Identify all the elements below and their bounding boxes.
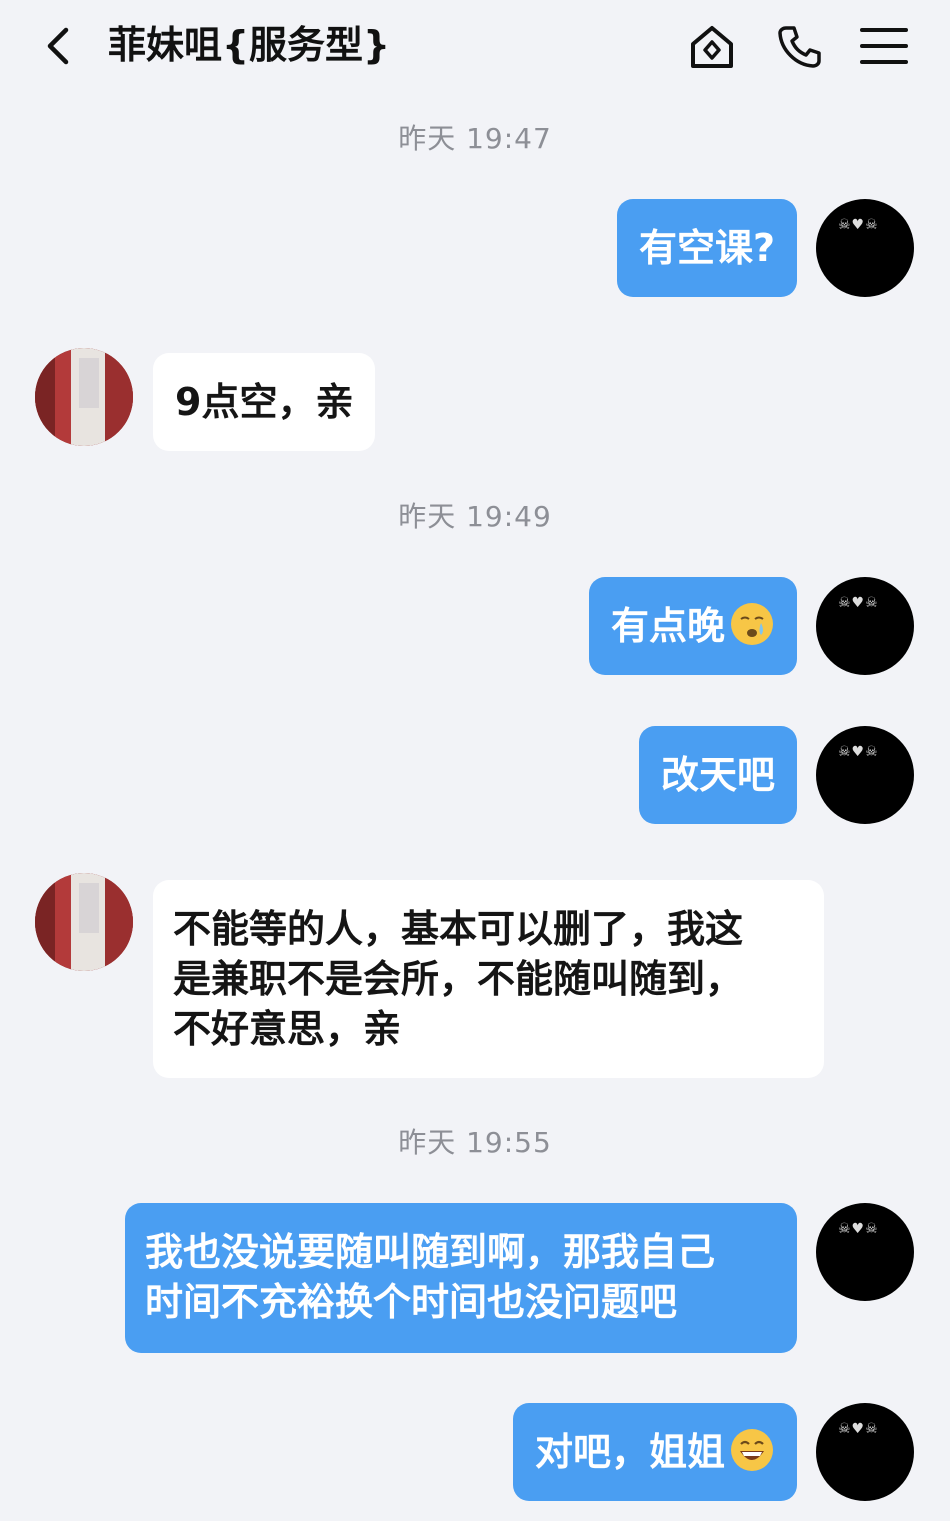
timestamp: 昨天 19:47 — [398, 122, 552, 155]
home-icon — [691, 26, 733, 68]
incoming-message[interactable]: 9点空，亲 — [153, 353, 376, 451]
message-text: 有点晚 — [610, 604, 725, 648]
message-text: 不能等的人，基本可以删了，我这 是兼职不是会所，不能随叫随到， 不好意思，亲 — [173, 907, 744, 1051]
my-avatar[interactable]: ☠♥☠ — [816, 577, 914, 675]
my-avatar[interactable]: ☠♥☠ — [816, 199, 914, 297]
my-avatar[interactable]: ☠♥☠ — [816, 1403, 914, 1501]
chat-title: 菲妹咀{服务型} — [108, 23, 391, 67]
contact-avatar[interactable] — [35, 348, 133, 446]
call-button[interactable] — [776, 22, 824, 70]
grinning-emoji-icon — [729, 1427, 775, 1473]
menu-icon — [860, 28, 908, 64]
message-text: 对吧，姐姐 — [534, 1430, 725, 1474]
message-text: 改天吧 — [660, 753, 775, 797]
outgoing-message[interactable]: 改天吧 — [638, 726, 797, 824]
timestamp: 昨天 19:55 — [398, 1126, 552, 1159]
message-text: 有空课? — [638, 226, 775, 270]
phone-icon — [778, 26, 821, 68]
outgoing-message[interactable]: 对吧，姐姐 — [512, 1403, 797, 1501]
home-button[interactable] — [688, 22, 736, 70]
outgoing-message[interactable]: 我也没说要随叫随到啊，那我自己 时间不充裕换个时间也没问题吧 — [125, 1203, 797, 1353]
message-text: 我也没说要随叫随到啊，那我自己 时间不充裕换个时间也没问题吧 — [145, 1230, 716, 1324]
my-avatar[interactable]: ☠♥☠ — [816, 726, 914, 824]
menu-button[interactable] — [860, 22, 908, 70]
back-button[interactable] — [40, 24, 80, 68]
timestamp: 昨天 19:49 — [398, 500, 552, 533]
outgoing-message[interactable]: 有点晚 — [588, 577, 797, 675]
top-bar: 菲妹咀{服务型} — [0, 0, 950, 95]
sleepy-emoji-icon — [729, 601, 775, 647]
contact-photo — [35, 873, 133, 971]
outgoing-message[interactable]: 有空课? — [616, 199, 797, 297]
contact-photo — [35, 348, 133, 446]
chevron-left-icon — [47, 27, 69, 65]
my-avatar[interactable]: ☠♥☠ — [816, 1203, 914, 1301]
incoming-message[interactable]: 不能等的人，基本可以删了，我这 是兼职不是会所，不能随叫随到， 不好意思，亲 — [153, 880, 824, 1078]
contact-avatar[interactable] — [35, 873, 133, 971]
message-text: 9点空，亲 — [175, 380, 354, 424]
